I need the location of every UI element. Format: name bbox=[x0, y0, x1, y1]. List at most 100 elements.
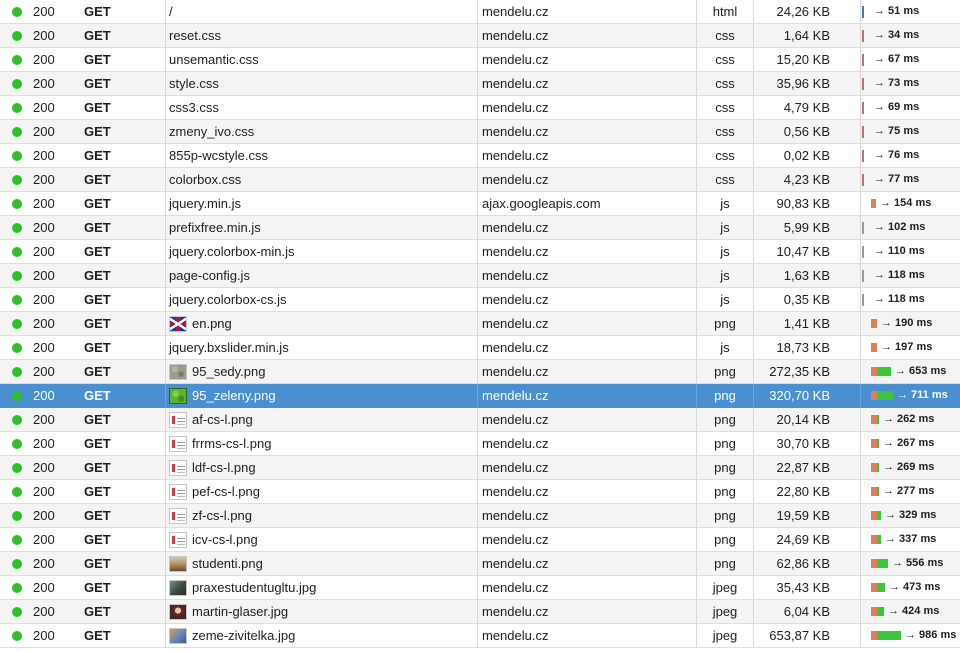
request-method: GET bbox=[84, 172, 111, 187]
timing-receive-segment bbox=[877, 559, 888, 568]
request-domain: mendelu.cz bbox=[482, 100, 549, 115]
status-ok-icon bbox=[12, 463, 22, 473]
column-divider bbox=[860, 600, 861, 623]
timing-tick bbox=[862, 150, 864, 162]
request-row[interactable]: 200 GET jquery.min.js ajax.googleapis.com js… bbox=[0, 192, 960, 216]
content-type: png bbox=[714, 436, 736, 451]
request-row[interactable]: 200 GET colorbox.css mendelu.cz css 4,23 KB → … bbox=[0, 168, 960, 192]
file-cell: page-config.js bbox=[169, 264, 250, 287]
request-domain: mendelu.cz bbox=[482, 52, 549, 67]
file-name: colorbox.css bbox=[169, 172, 242, 187]
request-row[interactable]: 200 GET martin-glaser.jpg mendelu.cz jpeg 6,0… bbox=[0, 600, 960, 624]
transfer-size: 90,83 KB bbox=[776, 196, 831, 211]
request-row[interactable]: 200 GET praxestudentugltu.jpg mendelu.cz jpe… bbox=[0, 576, 960, 600]
request-domain: mendelu.cz bbox=[482, 628, 549, 643]
timing-label: → 556 ms bbox=[892, 557, 944, 569]
column-divider bbox=[477, 600, 478, 623]
status-ok-icon bbox=[12, 415, 22, 425]
file-cell: icv-cs-l.png bbox=[169, 528, 258, 551]
request-row[interactable]: 200 GET 95_zeleny.png mendelu.cz png 320,70 K… bbox=[0, 384, 960, 408]
request-row[interactable]: 200 GET 95_sedy.png mendelu.cz png 272,35 KB →… bbox=[0, 360, 960, 384]
request-row[interactable]: 200 GET jquery.colorbox-cs.js mendelu.cz js 0… bbox=[0, 288, 960, 312]
column-divider bbox=[860, 576, 861, 599]
timeline-cell: → 329 ms bbox=[862, 504, 960, 527]
request-row[interactable]: 200 GET / mendelu.cz html 24,26 KB → 51 ms bbox=[0, 0, 960, 24]
request-row[interactable]: 200 GET jquery.bxslider.min.js mendelu.cz js… bbox=[0, 336, 960, 360]
request-domain: mendelu.cz bbox=[482, 388, 549, 403]
request-row[interactable]: 200 GET af-cs-l.png mendelu.cz png 20,14 KB → … bbox=[0, 408, 960, 432]
request-row[interactable]: 200 GET pef-cs-l.png mendelu.cz png 22,80 KB →… bbox=[0, 480, 960, 504]
status-ok-icon bbox=[12, 487, 22, 497]
request-row[interactable]: 200 GET en.png mendelu.cz png 1,41 KB → 190 ms bbox=[0, 312, 960, 336]
column-divider bbox=[860, 264, 861, 287]
request-method: GET bbox=[84, 508, 111, 523]
request-row[interactable]: 200 GET page-config.js mendelu.cz js 1,63 KB →… bbox=[0, 264, 960, 288]
column-divider bbox=[165, 120, 166, 143]
column-divider bbox=[860, 528, 861, 551]
content-type: css bbox=[715, 76, 735, 91]
content-type: css bbox=[715, 100, 735, 115]
column-divider bbox=[165, 408, 166, 431]
file-cell: zmeny_ivo.css bbox=[169, 120, 254, 143]
column-divider bbox=[477, 528, 478, 551]
column-divider bbox=[477, 576, 478, 599]
timing-label: → 67 ms bbox=[874, 53, 920, 65]
timing-tick bbox=[862, 126, 864, 138]
file-cell: jquery.min.js bbox=[169, 192, 241, 215]
request-row[interactable]: 200 GET zf-cs-l.png mendelu.cz png 19,59 KB → … bbox=[0, 504, 960, 528]
column-divider bbox=[165, 192, 166, 215]
request-row[interactable]: 200 GET icv-cs-l.png mendelu.cz png 24,69 KB →… bbox=[0, 528, 960, 552]
file-cell: colorbox.css bbox=[169, 168, 241, 191]
request-row[interactable]: 200 GET frrms-cs-l.png mendelu.cz png 30,70 K… bbox=[0, 432, 960, 456]
column-divider bbox=[477, 480, 478, 503]
timing-bar bbox=[871, 583, 885, 592]
request-domain: mendelu.cz bbox=[482, 316, 549, 331]
status-code: 200 bbox=[33, 196, 55, 211]
status-code: 200 bbox=[33, 148, 55, 163]
request-row[interactable]: 200 GET style.css mendelu.cz css 35,96 KB → 73… bbox=[0, 72, 960, 96]
file-name: jquery.min.js bbox=[169, 196, 242, 211]
request-row[interactable]: 200 GET css3.css mendelu.cz css 4,79 KB → 69 m… bbox=[0, 96, 960, 120]
column-divider bbox=[165, 288, 166, 311]
content-type: css bbox=[715, 52, 735, 67]
request-row[interactable]: 200 GET zmeny_ivo.css mendelu.cz css 0,56 KB →… bbox=[0, 120, 960, 144]
file-name: jquery.colorbox-min.js bbox=[169, 244, 295, 259]
file-cell: jquery.bxslider.min.js bbox=[169, 336, 289, 359]
timing-label: → 102 ms bbox=[874, 221, 926, 233]
content-type: png bbox=[714, 460, 736, 475]
column-divider bbox=[165, 360, 166, 383]
timing-bar bbox=[871, 343, 877, 352]
transfer-size: 18,73 KB bbox=[776, 340, 831, 355]
file-cell: reset.css bbox=[169, 24, 221, 47]
timing-bar bbox=[871, 391, 893, 400]
status-ok-icon bbox=[12, 79, 22, 89]
request-row[interactable]: 200 GET unsemantic.css mendelu.cz css 15,20 K… bbox=[0, 48, 960, 72]
request-row[interactable]: 200 GET reset.css mendelu.cz css 1,64 KB → 34 … bbox=[0, 24, 960, 48]
column-divider bbox=[860, 336, 861, 359]
status-code: 200 bbox=[33, 340, 55, 355]
timing-receive-segment bbox=[877, 439, 879, 448]
request-row[interactable]: 200 GET 855p-wcstyle.css mendelu.cz css 0,02 … bbox=[0, 144, 960, 168]
logo-thumbnail-icon bbox=[169, 483, 187, 500]
request-row[interactable]: 200 GET studenti.png mendelu.cz png 62,86 KB →… bbox=[0, 552, 960, 576]
request-row[interactable]: 200 GET zeme-zivitelka.jpg mendelu.cz jpeg 65… bbox=[0, 624, 960, 648]
status-code: 200 bbox=[33, 28, 55, 43]
column-divider bbox=[477, 312, 478, 335]
request-method: GET bbox=[84, 268, 111, 283]
file-cell: / bbox=[169, 0, 173, 23]
status-code: 200 bbox=[33, 292, 55, 307]
column-divider bbox=[477, 168, 478, 191]
file-name: jquery.colorbox-cs.js bbox=[169, 292, 287, 307]
status-ok-icon bbox=[12, 367, 22, 377]
request-row[interactable]: 200 GET prefixfree.min.js mendelu.cz js 5,99 … bbox=[0, 216, 960, 240]
transfer-size: 1,63 KB bbox=[783, 268, 830, 283]
timeline-cell: → 711 ms bbox=[862, 384, 960, 407]
file-cell: style.css bbox=[169, 72, 219, 95]
request-row[interactable]: 200 GET jquery.colorbox-min.js mendelu.cz js… bbox=[0, 240, 960, 264]
file-name: page-config.js bbox=[169, 268, 250, 283]
column-divider bbox=[477, 552, 478, 575]
transfer-size: 30,70 KB bbox=[776, 436, 831, 451]
request-row[interactable]: 200 GET ldf-cs-l.png mendelu.cz png 22,87 KB →… bbox=[0, 456, 960, 480]
logo-thumbnail-icon bbox=[169, 411, 187, 428]
timing-label: → 190 ms bbox=[881, 317, 933, 329]
